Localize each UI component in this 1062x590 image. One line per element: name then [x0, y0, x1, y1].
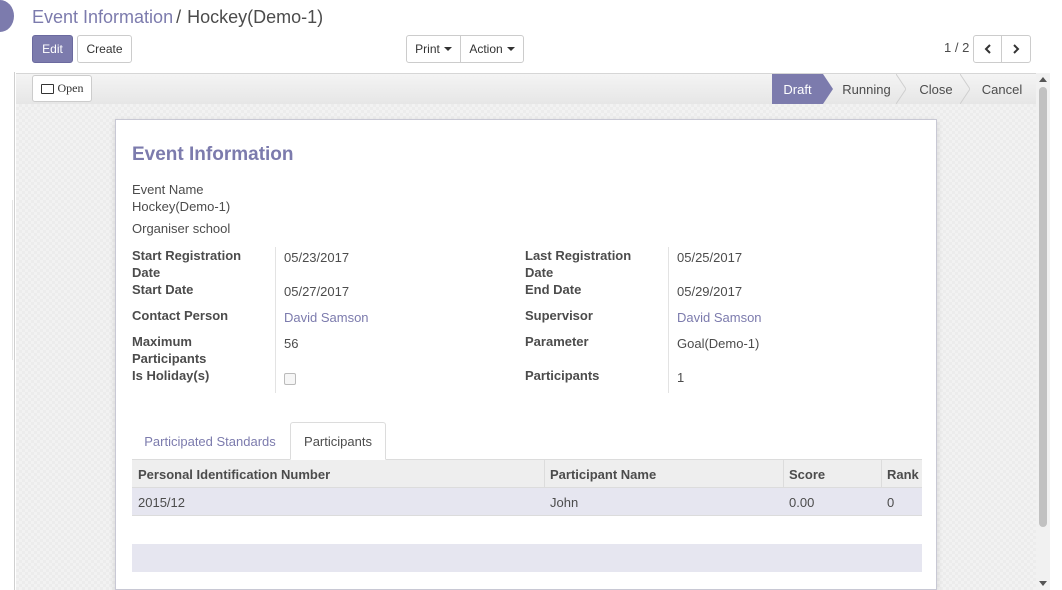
stage-separator-icon — [896, 74, 906, 104]
caret-down-icon — [506, 47, 515, 51]
create-button[interactable]: Create — [77, 35, 132, 63]
column-header-participant-name[interactable]: Participant Name — [544, 460, 783, 488]
app-menu-toggle-shape — [0, 0, 14, 32]
stage-draft[interactable]: Draft — [772, 74, 833, 104]
folder-open-icon — [40, 83, 54, 94]
column-header-pin[interactable]: Personal Identification Number — [132, 460, 544, 488]
supervisor-link[interactable]: David Samson — [677, 310, 762, 325]
max-participants-label: Maximum Participants — [132, 334, 207, 366]
tab-participants[interactable]: Participants — [290, 422, 386, 460]
edit-button[interactable]: Edit — [32, 35, 73, 63]
stage-label: Close — [919, 81, 953, 97]
last-registration-label: Last Registration Date — [525, 248, 632, 280]
organiser-value: Organiser school — [132, 221, 231, 236]
column-header-rank[interactable]: Rank — [881, 460, 922, 488]
pager-previous-button[interactable] — [973, 35, 1002, 63]
event-name-value: Hockey(Demo-1) — [132, 199, 231, 214]
form-sheet: Event Information Event Name Hockey(Demo… — [115, 119, 937, 590]
scroll-up-icon[interactable] — [1039, 77, 1047, 82]
contact-person-link[interactable]: David Samson — [284, 310, 369, 325]
right-group-divider — [668, 247, 669, 393]
is-holiday-checkbox[interactable] — [284, 373, 296, 385]
print-dropdown-label: Print — [415, 42, 440, 56]
stage-label: Running — [842, 81, 891, 97]
start-registration-label: Start Registration Date — [132, 248, 242, 280]
pager-counter[interactable]: 1 / 2 — [944, 40, 969, 55]
end-date-label: End Date — [525, 282, 582, 297]
action-dropdown[interactable]: Action — [460, 35, 524, 63]
tab-participated-standards[interactable]: Participated Standards — [132, 422, 288, 460]
stage-label: Cancel — [981, 81, 1023, 97]
participants-label: Participants — [525, 368, 600, 383]
action-dropdown-label: Action — [469, 42, 503, 56]
pager-next-button[interactable] — [1001, 35, 1031, 63]
breadcrumb: Event Information / Hockey(Demo-1) — [32, 7, 323, 28]
max-participants-value: 56 — [284, 336, 299, 351]
table-footer — [132, 544, 922, 572]
left-faint-divider — [12, 200, 13, 360]
stage-close[interactable]: Close — [908, 74, 964, 104]
edit-button-label: Edit — [42, 42, 63, 56]
participants-table-header: Personal Identification Number Participa… — [132, 460, 922, 488]
contact-person-label: Contact Person — [132, 308, 229, 323]
parameter-value: Goal(Demo-1) — [677, 336, 760, 351]
last-registration-value: 05/25/2017 — [677, 250, 743, 265]
start-date-label: Start Date — [132, 282, 194, 297]
cell-score: 0.00 — [789, 494, 815, 510]
participants-value: 1 — [677, 370, 685, 385]
parameter-label: Parameter — [525, 334, 589, 349]
start-registration-value: 05/23/2017 — [284, 250, 350, 265]
form-title: Event Information — [132, 144, 294, 165]
supervisor-label: Supervisor — [525, 308, 593, 323]
scroll-down-icon[interactable] — [1039, 581, 1047, 586]
table-row[interactable]: 2015/12 John 0.00 0 — [132, 488, 922, 516]
chevron-left-icon — [984, 44, 991, 54]
stage-separator-icon — [960, 74, 970, 104]
left-group-divider — [275, 247, 276, 393]
stage-running[interactable]: Running — [833, 74, 900, 104]
stage-label: Draft — [783, 81, 812, 97]
open-button[interactable]: Open — [32, 75, 92, 102]
is-holiday-label: Is Holiday(s) — [132, 368, 210, 383]
tab-label: Participants — [304, 433, 372, 449]
breadcrumb-parent-link[interactable]: Event Information — [32, 7, 173, 27]
stage-cancel[interactable]: Cancel — [972, 74, 1032, 104]
left-rail-divider — [14, 72, 15, 590]
open-button-label: Open — [57, 81, 84, 95]
create-button-label: Create — [86, 42, 123, 56]
print-dropdown[interactable]: Print — [406, 35, 461, 63]
statusbar: Open Draft Running Close Cancel — [16, 73, 1036, 105]
start-date-value: 05/27/2017 — [284, 284, 350, 299]
event-name-label: Event Name — [132, 182, 204, 197]
caret-down-icon — [443, 47, 452, 51]
scrollbar[interactable] — [1036, 73, 1050, 590]
cell-pin: 2015/12 — [138, 494, 185, 510]
column-header-score[interactable]: Score — [783, 460, 881, 488]
cell-rank: 0 — [887, 494, 895, 510]
end-date-value: 05/29/2017 — [677, 284, 743, 299]
cell-participant-name: John — [550, 494, 579, 510]
scrollbar-thumb[interactable] — [1039, 87, 1047, 527]
app-menu-toggle[interactable] — [0, 0, 24, 32]
tab-label: Participated Standards — [144, 433, 276, 449]
breadcrumb-current: Hockey(Demo-1) — [187, 7, 324, 27]
breadcrumb-separator: / — [176, 7, 182, 27]
chevron-right-icon — [1013, 44, 1020, 54]
